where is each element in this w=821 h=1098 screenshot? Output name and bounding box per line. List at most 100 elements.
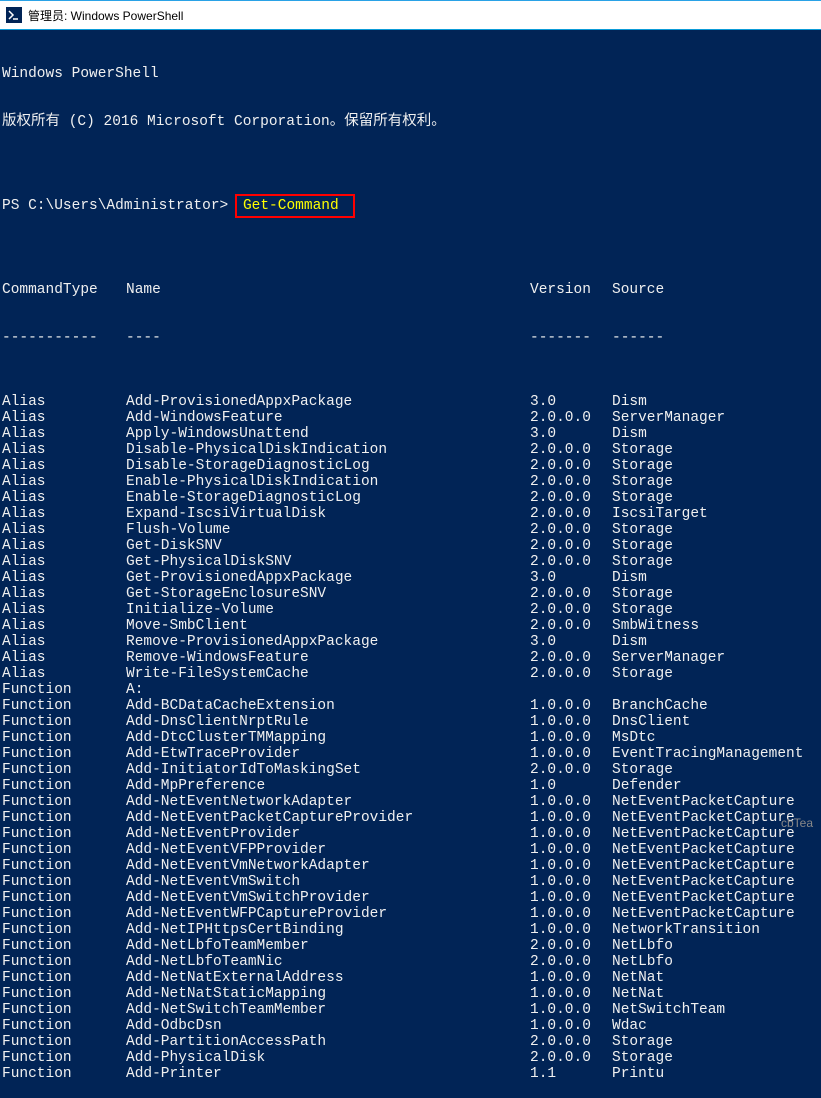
table-row: FunctionAdd-NetEventProvider1.0.0.0NetEv…: [2, 826, 819, 842]
table-row: FunctionAdd-PhysicalDisk2.0.0.0Storage: [2, 1050, 819, 1066]
cell-commandtype: Function: [2, 682, 126, 698]
cell-name: Write-FileSystemCache: [126, 666, 530, 682]
cell-source: Storage: [612, 602, 819, 618]
cell-source: Storage: [612, 762, 819, 778]
cell-name: Add-NetEventVmSwitchProvider: [126, 890, 530, 906]
cell-version: 2.0.0.0: [530, 506, 612, 522]
header-name: Name: [126, 282, 530, 298]
table-row: FunctionAdd-BCDataCacheExtension1.0.0.0B…: [2, 698, 819, 714]
cell-source: NetLbfo: [612, 938, 819, 954]
header-underline-row: ----------- ---- ------- ------: [2, 330, 819, 346]
cell-commandtype: Function: [2, 874, 126, 890]
cell-commandtype: Function: [2, 746, 126, 762]
cell-source: SmbWitness: [612, 618, 819, 634]
cell-version: 2.0.0.0: [530, 458, 612, 474]
header-underline: -------: [530, 330, 612, 346]
header-row: CommandType Name Version Source: [2, 282, 819, 298]
header-underline: ----: [126, 330, 530, 346]
table-row: AliasMove-SmbClient2.0.0.0SmbWitness: [2, 618, 819, 634]
cell-version: 1.0.0.0: [530, 714, 612, 730]
cell-name: Remove-ProvisionedAppxPackage: [126, 634, 530, 650]
cell-version: 2.0.0.0: [530, 1034, 612, 1050]
cell-version: 1.0.0.0: [530, 922, 612, 938]
cell-commandtype: Alias: [2, 410, 126, 426]
cell-version: 3.0: [530, 634, 612, 650]
cell-commandtype: Function: [2, 906, 126, 922]
window-titlebar[interactable]: 管理员: Windows PowerShell: [0, 0, 821, 30]
cell-version: 2.0.0.0: [530, 762, 612, 778]
cell-commandtype: Alias: [2, 490, 126, 506]
cell-source: NetNat: [612, 986, 819, 1002]
cell-name: Get-StorageEnclosureSNV: [126, 586, 530, 602]
intro-line-1: Windows PowerShell: [2, 66, 819, 82]
cell-source: Storage: [612, 538, 819, 554]
cell-commandtype: Function: [2, 698, 126, 714]
cell-version: 2.0.0.0: [530, 1050, 612, 1066]
table-row: AliasApply-WindowsUnattend3.0Dism: [2, 426, 819, 442]
cell-name: Apply-WindowsUnattend: [126, 426, 530, 442]
cell-version: 1.0.0.0: [530, 970, 612, 986]
cell-name: Get-DiskSNV: [126, 538, 530, 554]
cell-commandtype: Alias: [2, 602, 126, 618]
cell-name: Get-PhysicalDiskSNV: [126, 554, 530, 570]
table-row: FunctionAdd-NetEventWFPCaptureProvider1.…: [2, 906, 819, 922]
table-row: FunctionAdd-MpPreference1.0Defender: [2, 778, 819, 794]
cell-commandtype: Function: [2, 762, 126, 778]
table-row: AliasRemove-ProvisionedAppxPackage3.0Dis…: [2, 634, 819, 650]
cell-source: DnsClient: [612, 714, 819, 730]
table-row: AliasGet-DiskSNV2.0.0.0Storage: [2, 538, 819, 554]
table-row: FunctionAdd-NetEventVmNetworkAdapter1.0.…: [2, 858, 819, 874]
table-row: FunctionAdd-Printer1.1Printu: [2, 1066, 819, 1082]
header-source: Source: [612, 282, 819, 298]
table-row: FunctionAdd-EtwTraceProvider1.0.0.0Event…: [2, 746, 819, 762]
cell-source: NetEventPacketCapture: [612, 890, 819, 906]
cell-name: Disable-StorageDiagnosticLog: [126, 458, 530, 474]
terminal-output[interactable]: Windows PowerShell 版权所有 (C) 2016 Microso…: [0, 30, 821, 1098]
window-title: 管理员: Windows PowerShell: [28, 7, 183, 24]
cell-version: 1.0.0.0: [530, 826, 612, 842]
cell-commandtype: Function: [2, 970, 126, 986]
table-row: FunctionAdd-OdbcDsn1.0.0.0Wdac: [2, 1018, 819, 1034]
cell-commandtype: Alias: [2, 538, 126, 554]
cell-name: Add-PartitionAccessPath: [126, 1034, 530, 1050]
table-row: AliasAdd-ProvisionedAppxPackage3.0Dism: [2, 394, 819, 410]
table-row: FunctionAdd-NetNatStaticMapping1.0.0.0Ne…: [2, 986, 819, 1002]
table-row: FunctionAdd-NetSwitchTeamMember1.0.0.0Ne…: [2, 1002, 819, 1018]
cell-name: Flush-Volume: [126, 522, 530, 538]
table-row: FunctionAdd-NetIPHttpsCertBinding1.0.0.0…: [2, 922, 819, 938]
cell-version: 3.0: [530, 394, 612, 410]
cell-source: NetEventPacketCapture: [612, 858, 819, 874]
cell-name: Add-NetEventNetworkAdapter: [126, 794, 530, 810]
header-commandtype: CommandType: [2, 282, 126, 298]
cell-name: Add-NetEventVmNetworkAdapter: [126, 858, 530, 874]
table-row: FunctionAdd-DtcClusterTMMapping1.0.0.0Ms…: [2, 730, 819, 746]
cell-name: Add-NetLbfoTeamNic: [126, 954, 530, 970]
footer-note: cbTea: [781, 816, 813, 830]
cell-version: 2.0.0.0: [530, 650, 612, 666]
cell-name: Add-NetEventVFPProvider: [126, 842, 530, 858]
cell-name: Add-NetEventWFPCaptureProvider: [126, 906, 530, 922]
cell-commandtype: Alias: [2, 586, 126, 602]
cell-commandtype: Alias: [2, 522, 126, 538]
cell-version: 2.0.0.0: [530, 474, 612, 490]
cell-version: 2.0.0.0: [530, 954, 612, 970]
cell-version: 2.0.0.0: [530, 410, 612, 426]
cell-version: 1.0.0.0: [530, 730, 612, 746]
cell-name: Add-ProvisionedAppxPackage: [126, 394, 530, 410]
table-row: FunctionAdd-NetLbfoTeamMember2.0.0.0NetL…: [2, 938, 819, 954]
cell-commandtype: Alias: [2, 442, 126, 458]
cell-commandtype: Function: [2, 714, 126, 730]
cell-name: Add-DtcClusterTMMapping: [126, 730, 530, 746]
cell-source: NetworkTransition: [612, 922, 819, 938]
table-row: FunctionAdd-NetEventPacketCaptureProvide…: [2, 810, 819, 826]
cell-version: 1.0.0.0: [530, 1002, 612, 1018]
cell-version: 1.0.0.0: [530, 842, 612, 858]
cell-source: NetEventPacketCapture: [612, 794, 819, 810]
cell-name: Add-BCDataCacheExtension: [126, 698, 530, 714]
cell-source: NetEventPacketCapture: [612, 874, 819, 890]
cell-commandtype: Alias: [2, 570, 126, 586]
cell-version: 1.0.0.0: [530, 794, 612, 810]
table-row: AliasExpand-IscsiVirtualDisk2.0.0.0Iscsi…: [2, 506, 819, 522]
cell-source: ServerManager: [612, 650, 819, 666]
cell-source: Printu: [612, 1066, 819, 1082]
